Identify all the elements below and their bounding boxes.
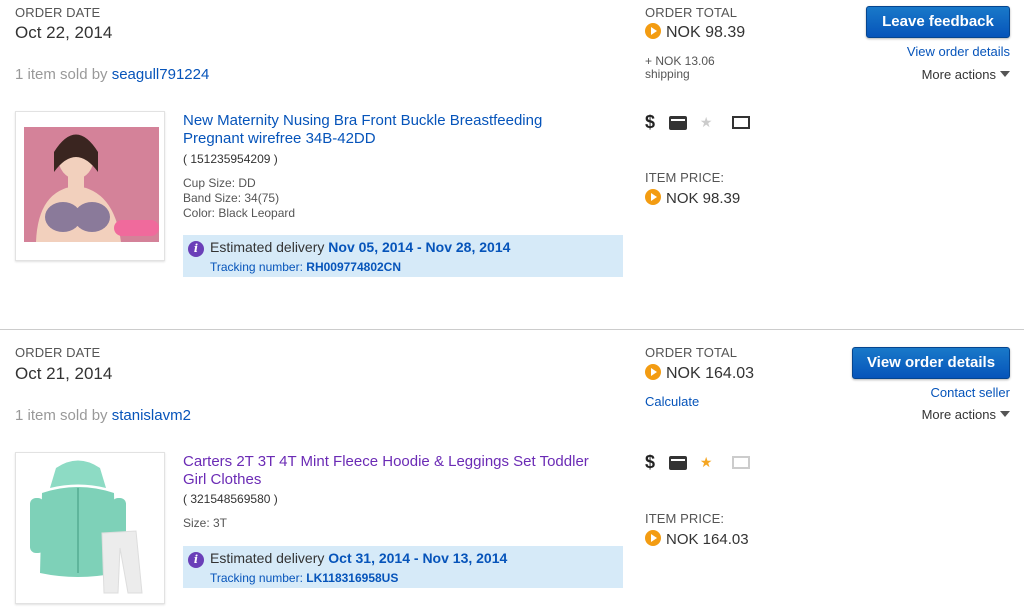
paypal-icon [645, 530, 661, 546]
paypal-icon [645, 23, 661, 39]
seller-link[interactable]: seagull791224 [112, 66, 210, 83]
tracking-number[interactable]: Tracking number: RH009774802CN [210, 260, 401, 274]
item-number: ( 321548569580 ) [183, 492, 278, 506]
payment-icon [669, 115, 688, 130]
estimated-delivery: Estimated delivery Oct 31, 2014 - Nov 13… [210, 550, 507, 566]
tracking-number-label: Tracking number: [210, 571, 303, 585]
shipping-cost: + NOK 13.06 shipping [645, 55, 715, 81]
more-actions-label: More actions [921, 407, 996, 422]
dollar-icon: $ [645, 112, 656, 132]
tracking-number-label: Tracking number: [210, 260, 303, 274]
order-total-label: ORDER TOTAL [645, 345, 738, 360]
order-total-amount: NOK 164.03 [666, 365, 755, 382]
chevron-down-icon [1000, 411, 1010, 417]
status-icons: $ ★ [645, 452, 758, 472]
tracking-number-value[interactable]: LK118316958US [306, 571, 398, 585]
item-thumbnail[interactable] [15, 111, 165, 261]
order-total-label: ORDER TOTAL [645, 5, 738, 20]
estimated-delivery: Estimated delivery Nov 05, 2014 - Nov 28… [210, 239, 510, 255]
estimated-delivery-range: Nov 05, 2014 - Nov 28, 2014 [328, 239, 511, 255]
view-order-details-link[interactable]: View order details [907, 44, 1010, 59]
payment-icon [669, 455, 688, 470]
leave-feedback-button[interactable]: Leave feedback [866, 6, 1010, 38]
item-spec: Cup Size: DD [183, 176, 256, 190]
delivery-info-box: i Estimated delivery Oct 31, 2014 - Nov … [183, 546, 623, 588]
item-spec: Size: 3T [183, 516, 228, 530]
feedback-star-icon: ★ [699, 454, 713, 470]
info-icon: i [188, 241, 204, 257]
tracking-number-value[interactable]: RH009774802CN [306, 260, 401, 274]
view-order-details-button[interactable]: View order details [852, 347, 1010, 379]
tracking-number[interactable]: Tracking number: LK118316958US [210, 571, 398, 585]
delivery-info-box: i Estimated delivery Nov 05, 2014 - Nov … [183, 235, 623, 277]
status-icons: $ ★ [645, 112, 758, 132]
contact-seller-link[interactable]: Contact seller [931, 385, 1010, 400]
order-date-label: ORDER DATE [15, 345, 101, 360]
shipping-label: shipping [645, 67, 690, 81]
envelope-icon [732, 456, 751, 469]
item-thumbnail[interactable] [15, 452, 165, 604]
sold-by: 1 item sold by stanislavm2 [15, 407, 191, 424]
estimated-delivery-range: Oct 31, 2014 - Nov 13, 2014 [328, 550, 508, 566]
paypal-icon [645, 189, 661, 205]
chevron-down-icon [1000, 71, 1010, 77]
calculate-shipping-link[interactable]: Calculate [645, 394, 699, 409]
sold-by-prefix: 1 item sold by [15, 66, 108, 83]
item-title-link[interactable]: New Maternity Nusing Bra Front Buckle Br… [183, 112, 603, 148]
estimated-delivery-label: Estimated delivery [210, 239, 325, 255]
item-number: ( 151235954209 ) [183, 152, 278, 166]
estimated-delivery-label: Estimated delivery [210, 550, 325, 566]
item-price: NOK 164.03 [645, 530, 749, 548]
item-spec: Color: Black Leopard [183, 206, 296, 220]
order-date-label: ORDER DATE [15, 5, 101, 20]
order-card: ORDER DATE Oct 22, 2014 1 item sold by s… [0, 0, 1024, 330]
info-icon: i [188, 552, 204, 568]
more-actions-dropdown[interactable]: More actions [922, 67, 1010, 82]
feedback-star-icon: ★ [699, 114, 713, 130]
order-total-amount: NOK 98.39 [666, 24, 746, 41]
more-actions-dropdown[interactable]: More actions [922, 407, 1010, 422]
order-total: NOK 98.39 [645, 23, 745, 42]
order-total: NOK 164.03 [645, 364, 754, 383]
item-price-amount: NOK 98.39 [666, 190, 741, 207]
paypal-icon [645, 364, 661, 380]
more-actions-label: More actions [921, 67, 996, 82]
order-card: ORDER DATE Oct 21, 2014 1 item sold by s… [0, 331, 1024, 607]
item-price-amount: NOK 164.03 [666, 531, 749, 548]
item-price-label: ITEM PRICE: [645, 170, 725, 185]
sold-by-prefix: 1 item sold by [15, 407, 108, 424]
shipped-envelope-icon [732, 116, 751, 129]
item-title-link[interactable]: Carters 2T 3T 4T Mint Fleece Hoodie & Le… [183, 453, 603, 489]
seller-link[interactable]: stanislavm2 [112, 407, 191, 424]
dollar-icon: $ [645, 452, 656, 472]
sold-by: 1 item sold by seagull791224 [15, 66, 209, 83]
order-date: Oct 21, 2014 [15, 364, 113, 383]
item-spec: Band Size: 34(75) [183, 191, 280, 205]
item-price: NOK 98.39 [645, 189, 740, 207]
order-date: Oct 22, 2014 [15, 23, 113, 42]
item-price-label: ITEM PRICE: [645, 511, 725, 526]
